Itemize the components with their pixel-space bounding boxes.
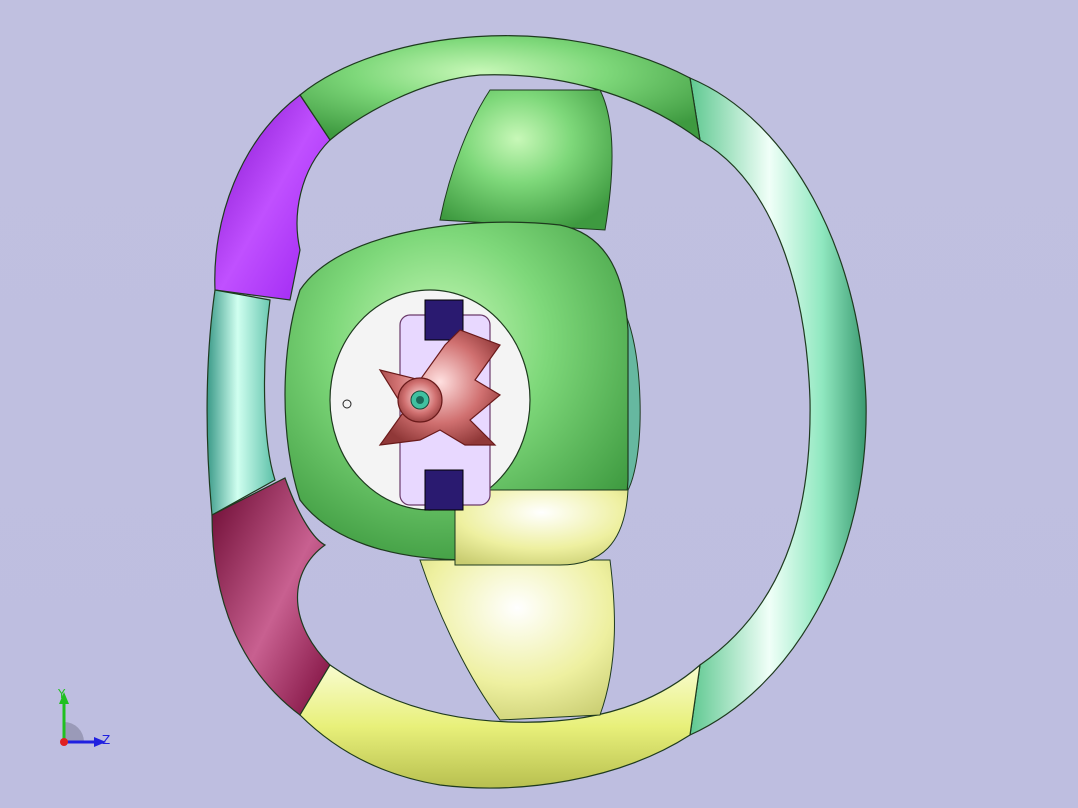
- z-axis-label: Z: [102, 733, 110, 747]
- coordinate-triad: Y Z: [57, 687, 110, 747]
- rim-right-segment[interactable]: [689, 77, 867, 736]
- y-axis-label: Y: [57, 687, 66, 701]
- triad-quadrant: [64, 722, 84, 742]
- rim-left-mid-segment[interactable]: [206, 289, 276, 516]
- lower-spoke[interactable]: [419, 559, 615, 721]
- rim-left-upper-segment[interactable]: [214, 94, 331, 301]
- x-axis-point: [60, 738, 68, 746]
- cad-viewport[interactable]: [0, 0, 1078, 808]
- steering-wheel-hub[interactable]: [284, 89, 641, 721]
- upper-spoke[interactable]: [439, 89, 613, 231]
- connector-bottom[interactable]: [424, 469, 464, 511]
